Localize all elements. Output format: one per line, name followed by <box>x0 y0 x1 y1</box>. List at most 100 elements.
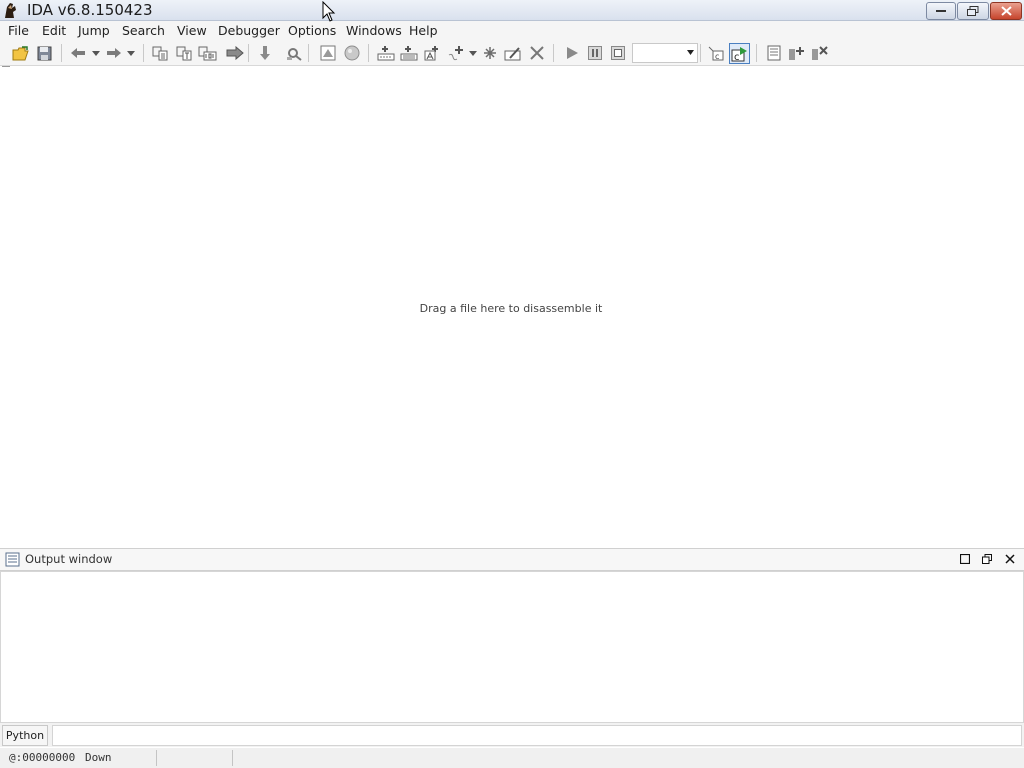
window-title: IDA v6.8.150423 <box>27 1 153 19</box>
disassembly-area[interactable]: Drag a file here to disassemble it <box>0 66 1024 547</box>
output-window-content[interactable] <box>0 571 1024 723</box>
command-language-button[interactable]: Python <box>2 725 48 746</box>
xrefs-icon <box>152 46 167 61</box>
delete-breakpoint-icon <box>812 46 828 60</box>
pause-icon <box>588 46 602 60</box>
forward-icon <box>107 48 121 58</box>
minimize-button[interactable] <box>926 2 956 20</box>
forward-button[interactable] <box>104 43 124 63</box>
menu-jump[interactable]: Jump <box>78 23 110 38</box>
circle-icon <box>344 45 360 61</box>
undefine-button[interactable] <box>480 43 500 63</box>
output-window-icon <box>5 552 20 567</box>
menu-debugger[interactable]: Debugger <box>218 23 280 38</box>
toolbar: c c <box>0 40 1024 66</box>
text-search-button[interactable] <box>174 43 194 63</box>
menu-view[interactable]: View <box>177 23 207 38</box>
graph-icon <box>320 45 336 61</box>
corner-mark <box>2 66 10 69</box>
output-window-header: Output window <box>0 548 1024 571</box>
make-code-icon <box>377 46 395 61</box>
run-icon <box>567 47 578 59</box>
make-code-button[interactable] <box>376 43 396 63</box>
restore-icon <box>967 6 979 16</box>
make-array-dropdown[interactable] <box>469 45 477 61</box>
menu-options[interactable]: Options <box>288 23 336 38</box>
stop-icon <box>611 46 625 60</box>
close-icon <box>1005 554 1015 564</box>
xrefs-button[interactable] <box>150 43 170 63</box>
circle-button[interactable] <box>342 43 362 63</box>
delete-icon <box>530 46 544 60</box>
menu-file[interactable]: File <box>8 23 29 38</box>
back-dropdown[interactable] <box>92 45 100 61</box>
graph-button[interactable] <box>318 43 338 63</box>
pause-button[interactable] <box>585 43 605 63</box>
chevron-down-icon <box>92 50 100 56</box>
close-button[interactable] <box>990 2 1022 20</box>
status-direction: Down <box>85 751 112 764</box>
structures-icon <box>767 45 781 61</box>
text-search-icon <box>176 46 191 61</box>
drop-hint: Drag a file here to disassemble it <box>419 302 603 315</box>
chevron-down-icon <box>469 50 477 56</box>
jump-icon <box>226 46 244 60</box>
rename-icon <box>504 47 521 61</box>
structures-button[interactable] <box>764 43 784 63</box>
down-button[interactable] <box>255 43 275 63</box>
svg-text:c: c <box>734 52 740 62</box>
output-window-title: Output window <box>25 552 113 566</box>
menu-help[interactable]: Help <box>409 23 438 38</box>
menu-windows[interactable]: Windows <box>346 23 402 38</box>
open-file-icon <box>12 45 29 60</box>
binary-search-icon <box>198 46 216 61</box>
search-next-button[interactable] <box>284 43 304 63</box>
close-icon <box>1000 6 1012 16</box>
command-input[interactable] <box>52 725 1022 746</box>
ida-logo-icon <box>5 3 16 18</box>
stop-button[interactable] <box>608 43 628 63</box>
add-breakpoint-button[interactable] <box>787 43 807 63</box>
restore-button[interactable] <box>957 2 989 20</box>
make-data-button[interactable] <box>399 43 419 63</box>
forward-dropdown[interactable] <box>127 45 135 61</box>
chevron-down-icon <box>127 50 135 56</box>
undefine-icon <box>484 47 496 59</box>
status-bar: @:00000000 Down <box>0 748 1024 768</box>
make-ascii-button[interactable] <box>422 43 442 63</box>
jump-button[interactable] <box>225 43 245 63</box>
back-icon <box>71 48 85 58</box>
svg-text:c: c <box>715 52 719 61</box>
delete-breakpoint-button[interactable] <box>810 43 830 63</box>
make-data-icon <box>400 46 418 61</box>
output-float-button[interactable] <box>981 553 993 565</box>
mouse-cursor-icon <box>322 1 336 22</box>
make-ascii-icon <box>424 46 438 61</box>
decompile-icon: c <box>731 46 747 62</box>
maximize-icon <box>960 554 970 564</box>
search-next-icon <box>286 48 302 61</box>
status-address: @:00000000 <box>9 751 76 764</box>
down-icon <box>260 46 270 60</box>
menu-search[interactable]: Search <box>122 23 165 38</box>
rename-button[interactable] <box>503 43 523 63</box>
attach-button[interactable]: c <box>705 43 725 63</box>
attach-icon: c <box>708 46 724 61</box>
delete-button[interactable] <box>527 43 547 63</box>
open-file-button[interactable] <box>10 43 30 63</box>
decompile-button[interactable]: c <box>729 43 750 64</box>
debugger-select[interactable] <box>632 43 698 63</box>
run-button[interactable] <box>562 43 582 63</box>
command-line-row: Python <box>0 723 1024 747</box>
chevron-down-icon <box>687 50 694 55</box>
save-icon <box>37 46 51 60</box>
output-maximize-button[interactable] <box>959 553 971 565</box>
add-breakpoint-icon <box>789 47 804 60</box>
restore-icon <box>982 554 992 564</box>
menu-edit[interactable]: Edit <box>42 23 66 38</box>
output-close-button[interactable] <box>1004 553 1016 565</box>
binary-search-button[interactable] <box>197 43 217 63</box>
save-button[interactable] <box>34 43 54 63</box>
make-array-button[interactable] <box>446 43 466 63</box>
back-button[interactable] <box>68 43 88 63</box>
